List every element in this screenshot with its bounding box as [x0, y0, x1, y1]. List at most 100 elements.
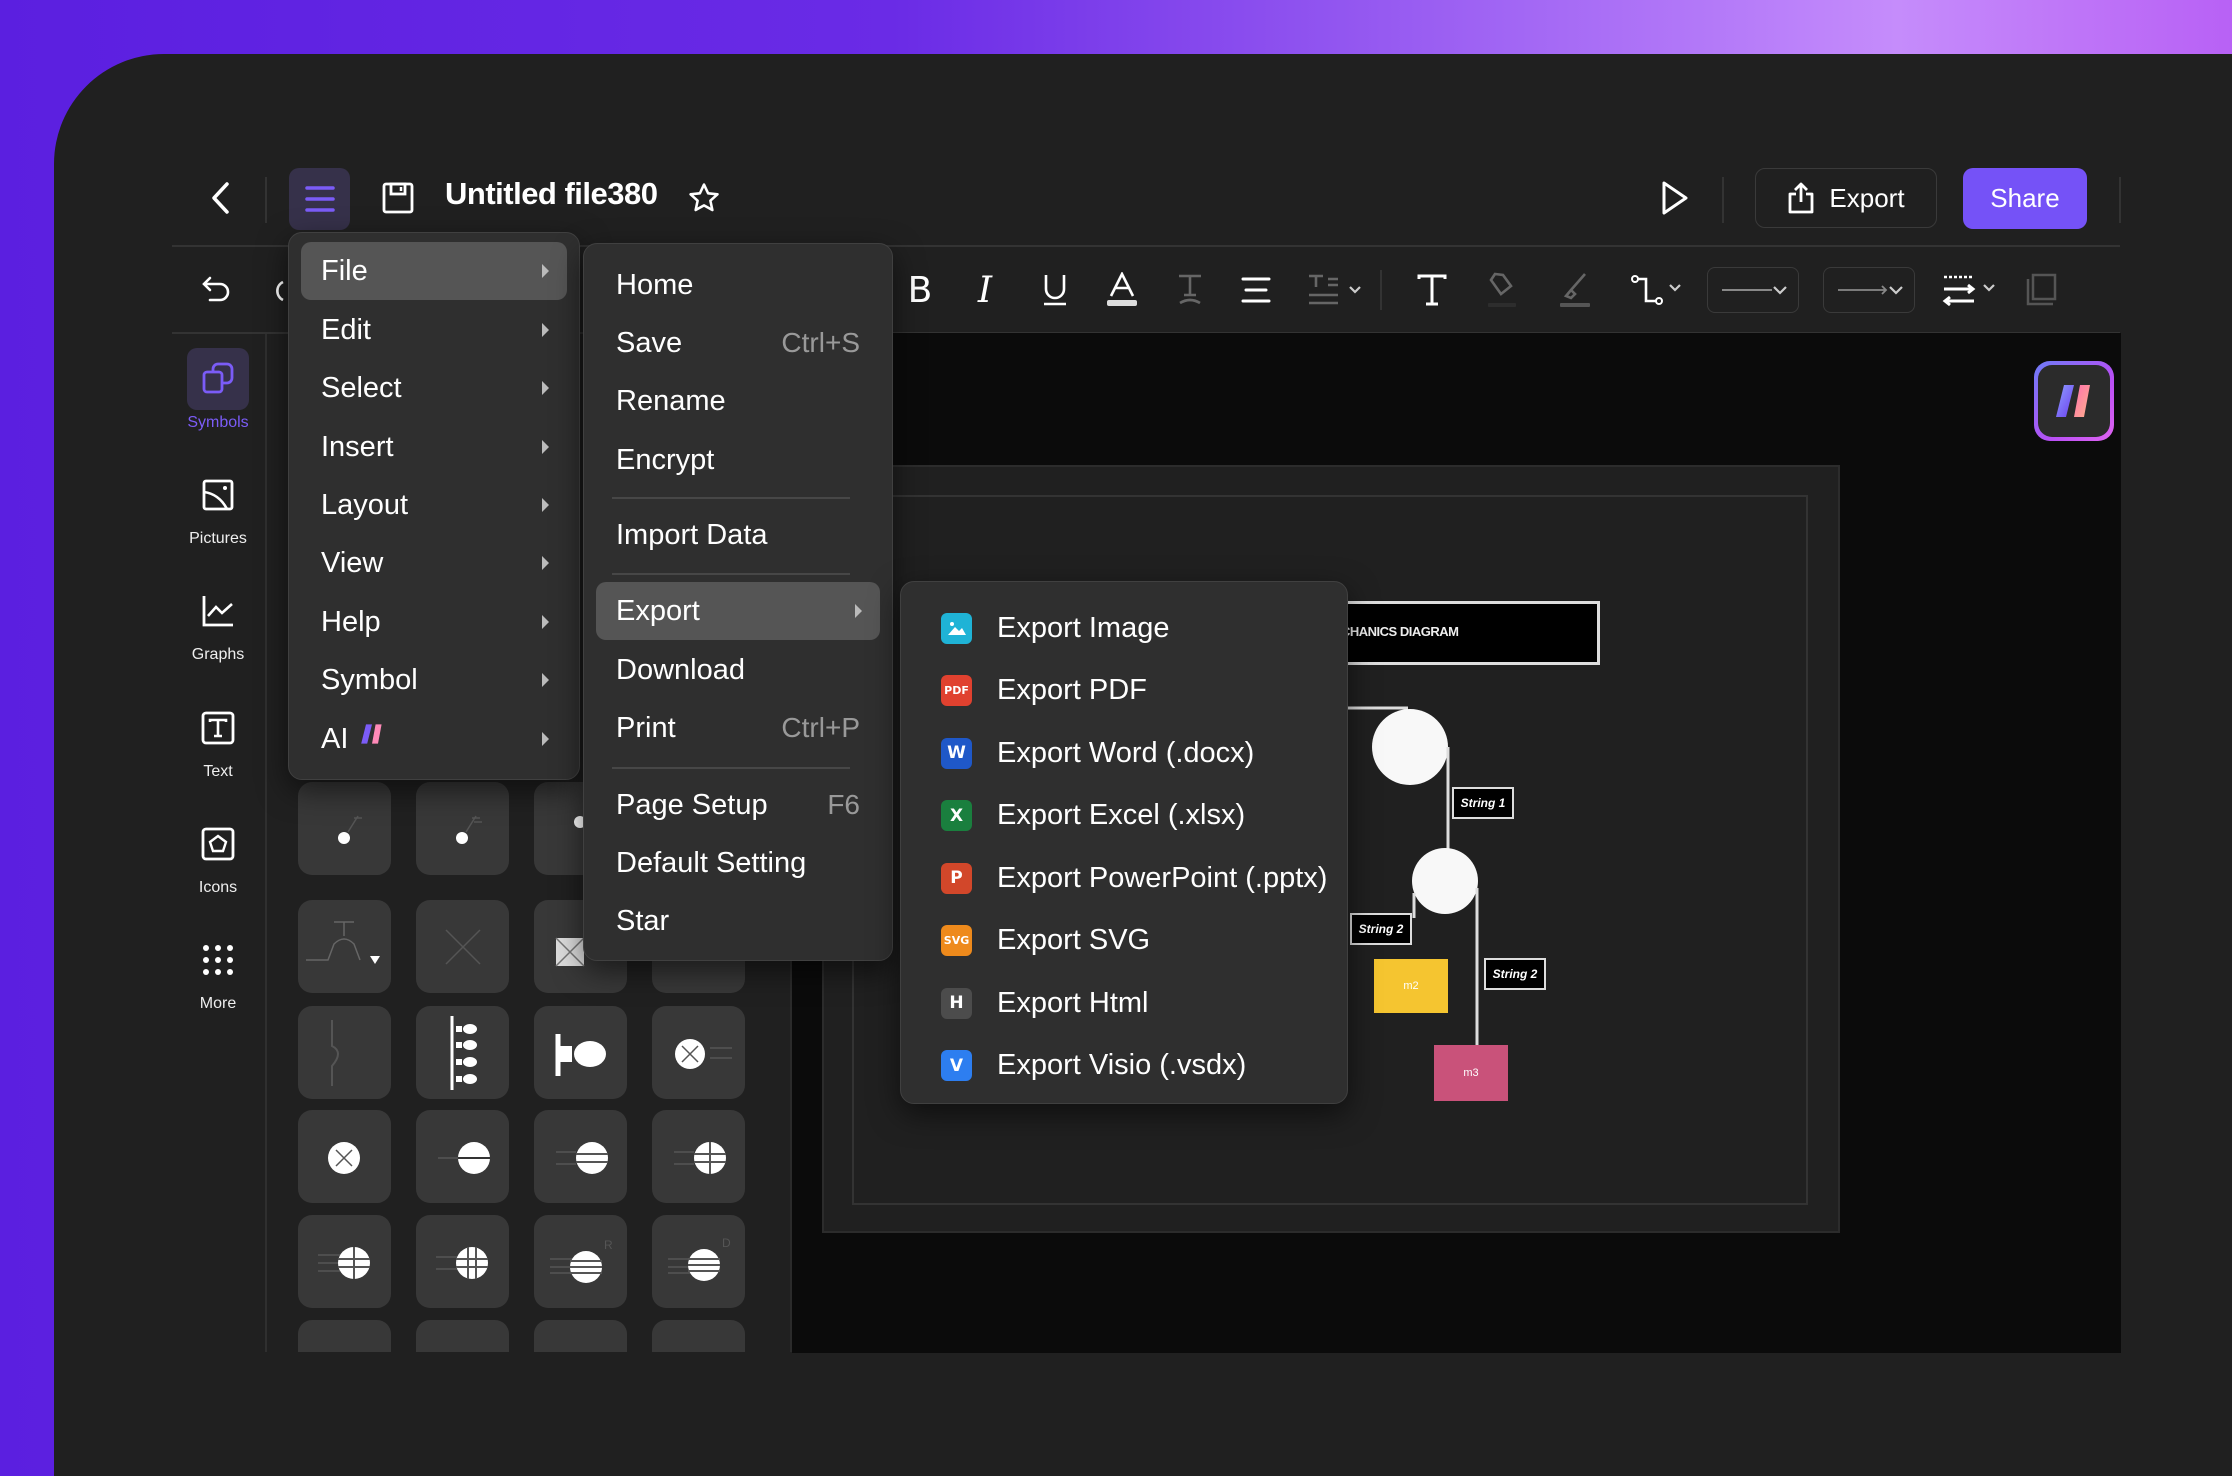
font-color-button[interactable]: [1102, 265, 1142, 315]
symbol-tile[interactable]: [416, 1320, 509, 1352]
file-menu-item-download[interactable]: Download: [596, 641, 880, 699]
text-spacing-dropdown[interactable]: [1303, 265, 1367, 315]
symbol-tile[interactable]: [298, 1215, 391, 1308]
symbol-tile[interactable]: R: [534, 1215, 627, 1308]
export-item-label: Export SVG: [997, 924, 1151, 956]
symbol-tile[interactable]: [652, 1110, 745, 1203]
star-button[interactable]: [686, 180, 722, 216]
mass-m2[interactable]: m2: [1374, 959, 1448, 1013]
symbol-tile[interactable]: D: [652, 1215, 745, 1308]
menu-item-ai[interactable]: AI: [301, 710, 567, 768]
symbol-tile[interactable]: [416, 900, 509, 993]
file-menu-item-page-setup[interactable]: Page Setup F6: [596, 776, 880, 834]
export-menu-item[interactable]: H Export Html: [901, 973, 1347, 1033]
italic-button[interactable]: I: [965, 265, 1005, 315]
string-label[interactable]: String 1: [1452, 787, 1514, 819]
fill-button[interactable]: [1482, 265, 1522, 315]
ai-logo-icon: [2056, 385, 2090, 417]
symbol-tile[interactable]: [534, 1320, 627, 1352]
file-menu-item-rename[interactable]: Rename: [596, 372, 880, 430]
menu-item-label: Edit: [321, 313, 371, 346]
export-menu-item[interactable]: X Export Excel (.xlsx): [901, 786, 1347, 846]
menu-item-edit[interactable]: Edit: [301, 301, 567, 359]
text-tool-button[interactable]: [1412, 265, 1452, 315]
rail-item-pictures[interactable]: Pictures: [172, 464, 264, 548]
export-menu-item[interactable]: P Export PowerPoint (.pptx): [901, 848, 1347, 908]
string-label[interactable]: String 2: [1484, 958, 1546, 990]
rail-label: Graphs: [191, 646, 245, 663]
symbol-tile[interactable]: [298, 1320, 391, 1352]
symbol-glyph-icon: [306, 921, 380, 964]
rail-item-more[interactable]: More: [172, 929, 264, 1013]
menu-item-file[interactable]: File: [301, 242, 567, 300]
rail-item-symbols[interactable]: Symbols: [172, 348, 264, 432]
symbol-tile[interactable]: [298, 900, 391, 993]
export-menu-item[interactable]: PDF Export PDF: [901, 661, 1347, 721]
document-title[interactable]: Untitled file380: [445, 176, 658, 212]
mass-m3[interactable]: m3: [1434, 1045, 1508, 1101]
symbol-tile[interactable]: [416, 1110, 509, 1203]
text-style-button[interactable]: [1170, 265, 1210, 315]
file-menu-item-save[interactable]: Save Ctrl+S: [596, 314, 880, 372]
redo-button[interactable]: [260, 265, 290, 315]
file-menu-item-import-data[interactable]: Import Data: [596, 506, 880, 564]
chevron-right-icon: [542, 264, 549, 278]
align-button[interactable]: [1236, 265, 1276, 315]
menu-item-label: Page Setup: [616, 788, 768, 821]
play-button[interactable]: [1655, 176, 1695, 220]
symbol-tile[interactable]: [298, 1110, 391, 1203]
symbol-tile[interactable]: [298, 1006, 391, 1099]
chevron-right-icon: [542, 381, 549, 395]
symbol-tile[interactable]: [652, 1006, 745, 1099]
symbol-glyph-icon: [436, 1247, 488, 1279]
export-menu-item[interactable]: V Export Visio (.vsdx): [901, 1036, 1347, 1096]
symbol-tile[interactable]: [416, 782, 509, 875]
line-spacing-dropdown[interactable]: [1942, 265, 2000, 315]
file-menu-item-home[interactable]: Home: [596, 256, 880, 314]
line-color-button[interactable]: [1554, 265, 1594, 315]
symbol-tile[interactable]: [534, 1006, 627, 1099]
export-menu-item[interactable]: SVG Export SVG: [901, 911, 1347, 971]
line-style-dropdown[interactable]: [1707, 267, 1799, 313]
frame-button[interactable]: [2022, 265, 2062, 315]
pulley-2: [1412, 848, 1478, 914]
symbol-tile[interactable]: [416, 1006, 509, 1099]
arrow-style-dropdown[interactable]: [1823, 267, 1915, 313]
menu-item-select[interactable]: Select: [301, 359, 567, 417]
main-menu-button[interactable]: [289, 168, 350, 230]
connector-dropdown[interactable]: [1630, 265, 1686, 315]
ai-assistant-button[interactable]: [2038, 365, 2110, 437]
undo-button[interactable]: [196, 265, 236, 315]
symbol-tile[interactable]: [298, 782, 391, 875]
menu-item-insert[interactable]: Insert: [301, 418, 567, 476]
symbol-tile[interactable]: [652, 1320, 745, 1352]
file-menu-item-export[interactable]: Export: [596, 582, 880, 640]
export-button[interactable]: Export: [1755, 168, 1937, 228]
file-menu-item-print[interactable]: Print Ctrl+P: [596, 699, 880, 757]
rail-label: Icons: [198, 879, 238, 896]
symbol-tile[interactable]: [416, 1215, 509, 1308]
symbol-tile[interactable]: [534, 1110, 627, 1203]
rail-item-graphs[interactable]: Graphs: [172, 580, 264, 664]
export-submenu: Export Image PDF Export PDF W Export Word (.…: [900, 581, 1348, 1104]
bold-button[interactable]: B: [900, 265, 940, 315]
file-menu-item-encrypt[interactable]: Encrypt: [596, 431, 880, 489]
underline-button[interactable]: [1035, 265, 1075, 315]
back-button[interactable]: [200, 176, 240, 220]
symbol-glyph-icon: R: [550, 1238, 613, 1283]
share-button[interactable]: Share: [1963, 168, 2087, 229]
export-menu-item[interactable]: Export Image: [901, 598, 1347, 658]
file-menu-item-star[interactable]: Star: [596, 892, 880, 950]
save-button[interactable]: [380, 180, 416, 216]
rail-item-text[interactable]: Text: [172, 697, 264, 781]
rail-item-icons[interactable]: Icons: [172, 813, 264, 897]
menu-item-view[interactable]: View: [301, 534, 567, 592]
icons-icon: [187, 813, 249, 875]
file-menu-item-default-setting[interactable]: Default Setting: [596, 834, 880, 892]
menu-item-symbol[interactable]: Symbol: [301, 651, 567, 709]
menu-item-layout[interactable]: Layout: [301, 476, 567, 534]
menu-item-help[interactable]: Help: [301, 593, 567, 651]
string-label[interactable]: String 2: [1350, 913, 1412, 945]
export-menu-item[interactable]: W Export Word (.docx): [901, 723, 1347, 783]
star-icon: [689, 183, 719, 212]
